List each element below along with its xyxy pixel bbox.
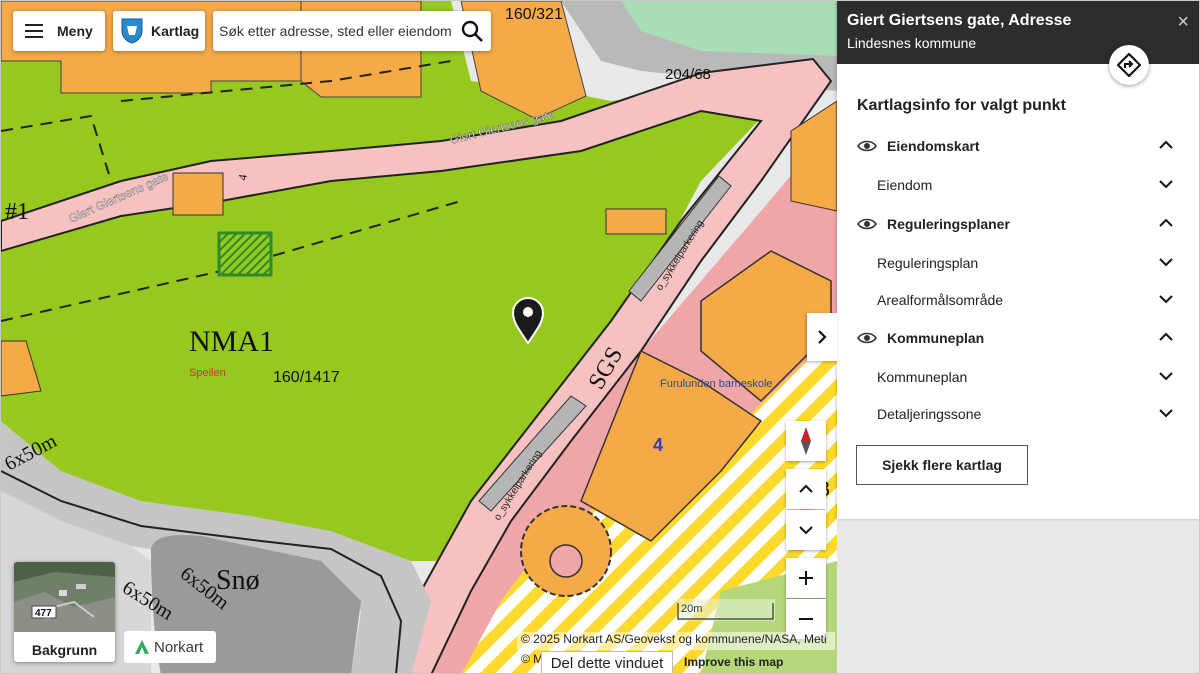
tilt-down-button[interactable]: [786, 510, 826, 550]
chevron-up-icon: [1159, 140, 1173, 149]
panel-title: Giert Giertsens gate, Adresse: [847, 12, 1072, 29]
chevron-right-icon: [818, 330, 827, 344]
layer-item-label: Reguleringsplan: [877, 255, 979, 271]
background-map-button[interactable]: 477 Bakgrunn: [14, 562, 115, 662]
layer-item-arealformalsomrade[interactable]: Arealformålsområde: [857, 286, 1183, 314]
chevron-down-icon: [1159, 409, 1173, 418]
layers-label: Kartlag: [151, 23, 200, 39]
layer-group-reguleringsplaner[interactable]: Reguleringsplaner: [857, 210, 1183, 238]
layer-group-label: Kommuneplan: [887, 330, 985, 346]
minus-icon: [799, 618, 813, 620]
search-box: [213, 11, 491, 51]
layer-item-detaljeringssone[interactable]: Detaljeringssone: [857, 400, 1183, 428]
search-icon: [461, 20, 483, 42]
more-layers-button[interactable]: Sjekk flere kartlag: [856, 445, 1028, 485]
layer-item-label: Kommuneplan: [877, 369, 968, 385]
layer-item-label: Eiendom: [877, 177, 933, 193]
menu-label: Meny: [57, 23, 93, 39]
chevron-down-icon: [1159, 295, 1173, 304]
tilt-up-button[interactable]: [786, 469, 826, 509]
layer-item-label: Arealformålsområde: [877, 292, 1004, 308]
road-number-label: 477: [35, 608, 52, 619]
layer-item-kommuneplan[interactable]: Kommuneplan: [857, 363, 1183, 391]
chevron-up-icon: [1159, 332, 1173, 341]
collapse-panel-button[interactable]: [807, 313, 837, 361]
search-input[interactable]: [219, 23, 455, 39]
improve-map-link[interactable]: Improve this map: [684, 655, 783, 669]
close-icon: ×: [1177, 11, 1189, 33]
visibility-eye-icon[interactable]: [857, 139, 877, 153]
layer-group-label: Reguleringsplaner: [887, 216, 1010, 232]
layer-item-eiendom[interactable]: Eiendom: [857, 171, 1183, 199]
chevron-down-icon: [1159, 258, 1173, 267]
close-button[interactable]: ×: [1177, 12, 1189, 32]
chevron-up-icon: [1159, 218, 1173, 227]
scale-label: 20m: [681, 603, 703, 615]
directions-icon: [1117, 53, 1141, 77]
map-label-parcel-top: 160/321: [505, 6, 563, 23]
chevron-down-icon: [1159, 372, 1173, 381]
zoom-in-button[interactable]: [786, 558, 826, 598]
norkart-label: Norkart: [154, 638, 204, 656]
plus-icon: [799, 571, 813, 585]
norkart-logo: Norkart: [124, 631, 216, 663]
visibility-eye-icon[interactable]: [857, 217, 877, 231]
layer-group-label: Eiendomskart: [887, 138, 980, 154]
map-label-place: Speilen: [189, 367, 226, 379]
share-window-button[interactable]: Del dette vinduet: [541, 651, 673, 673]
info-panel: Giert Giertsens gate, Adresse Lindesnes …: [837, 1, 1199, 519]
visibility-eye-icon[interactable]: [857, 331, 877, 345]
map-label-school: Furulunden barneskole: [660, 378, 773, 390]
background-label: Bakgrunn: [31, 642, 98, 658]
app-root: NMA1 160/1417 Speilen 160/321 204/68 Gie…: [0, 0, 1200, 674]
layers-button[interactable]: Kartlag: [113, 11, 205, 51]
municipality-shield-icon: [121, 18, 143, 44]
map-label-zone: NMA1: [189, 325, 274, 358]
background-thumbnail: 477: [14, 562, 115, 632]
hamburger-icon: [25, 24, 43, 38]
compass-button[interactable]: [786, 421, 826, 461]
attribution-mapbox: © M: [521, 652, 544, 666]
compass-icon: [801, 427, 811, 455]
chevron-down-icon: [1159, 180, 1173, 189]
chevron-down-icon: [799, 526, 813, 535]
attribution: © 2025 Norkart AS/Geovekst og kommunene/…: [517, 632, 835, 650]
map-label-hash: #1: [5, 199, 29, 225]
chevron-up-icon: [799, 484, 813, 493]
directions-button[interactable]: [1109, 45, 1149, 85]
layer-group-kommuneplan[interactable]: Kommuneplan: [857, 324, 1183, 352]
map-building-small: [172, 172, 224, 216]
map-label-parcel-main: 160/1417: [273, 369, 340, 386]
layer-item-reguleringsplan[interactable]: Reguleringsplan: [857, 249, 1183, 277]
layer-item-label: Detaljeringssone: [877, 406, 982, 422]
map-label-sno: Snø: [216, 565, 260, 596]
map-label-num-4: 4: [653, 435, 663, 455]
search-button[interactable]: [455, 14, 489, 48]
scale-bar: 20m: [677, 599, 775, 621]
norkart-logo-icon: [135, 640, 149, 654]
map-label-parcel-right: 204/68: [665, 66, 711, 83]
menu-button[interactable]: Meny: [13, 11, 105, 51]
panel-heading: Kartlagsinfo for valgt punkt: [857, 97, 1066, 114]
layer-group-eiendomskart[interactable]: Eiendomskart: [857, 132, 1183, 160]
